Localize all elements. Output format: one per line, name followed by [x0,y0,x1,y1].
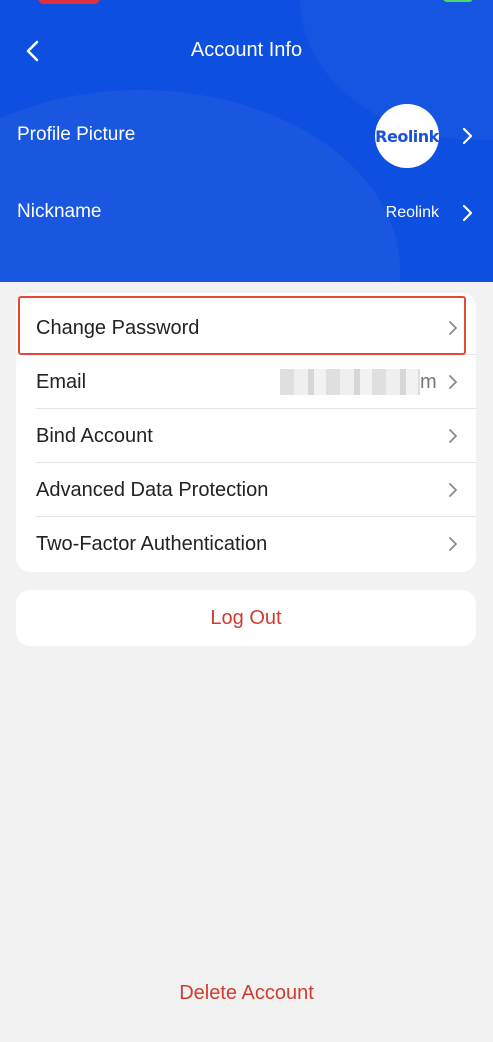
email-label: Email [36,371,87,393]
chevron-right-icon [449,537,457,551]
list-item-email[interactable]: Email m [16,355,476,409]
list-item-change-password[interactable]: Change Password [16,301,476,355]
status-bar-indicator [38,0,100,4]
email-value-masked [280,369,420,395]
avatar-logo-text: Reolink [375,126,439,146]
nickname-value: Reolink [385,204,439,221]
battery-icon [443,0,473,2]
avatar[interactable]: Reolink [375,104,439,168]
list-item-two-factor-authentication[interactable]: Two-Factor Authentication [16,517,476,571]
chevron-right-icon [449,429,457,443]
logout-card: Log Out [16,590,476,646]
nickname-label[interactable]: Nickname [17,201,101,223]
account-settings-list: Change Password Email m Bind Account Adv… [16,293,476,572]
logout-button[interactable]: Log Out [16,590,476,646]
header-decoration [0,90,400,282]
delete-account-button[interactable]: Delete Account [0,982,493,1005]
two-factor-authentication-label: Two-Factor Authentication [36,533,268,555]
change-password-label: Change Password [36,317,200,339]
list-item-advanced-data-protection[interactable]: Advanced Data Protection [16,463,476,517]
account-info-header: Account Info Profile Picture Reolink Nic… [0,0,493,282]
chevron-right-icon [449,375,457,389]
chevron-right-icon [449,483,457,497]
page-title: Account Info [190,39,303,61]
chevron-right-icon [449,321,457,335]
profile-picture-label[interactable]: Profile Picture [17,124,135,146]
bind-account-label: Bind Account [36,425,153,447]
list-item-bind-account[interactable]: Bind Account [16,409,476,463]
email-value-tail: m [420,371,437,393]
chevron-right-icon[interactable] [461,127,473,145]
chevron-right-icon[interactable] [461,204,473,222]
advanced-data-protection-label: Advanced Data Protection [36,479,269,501]
